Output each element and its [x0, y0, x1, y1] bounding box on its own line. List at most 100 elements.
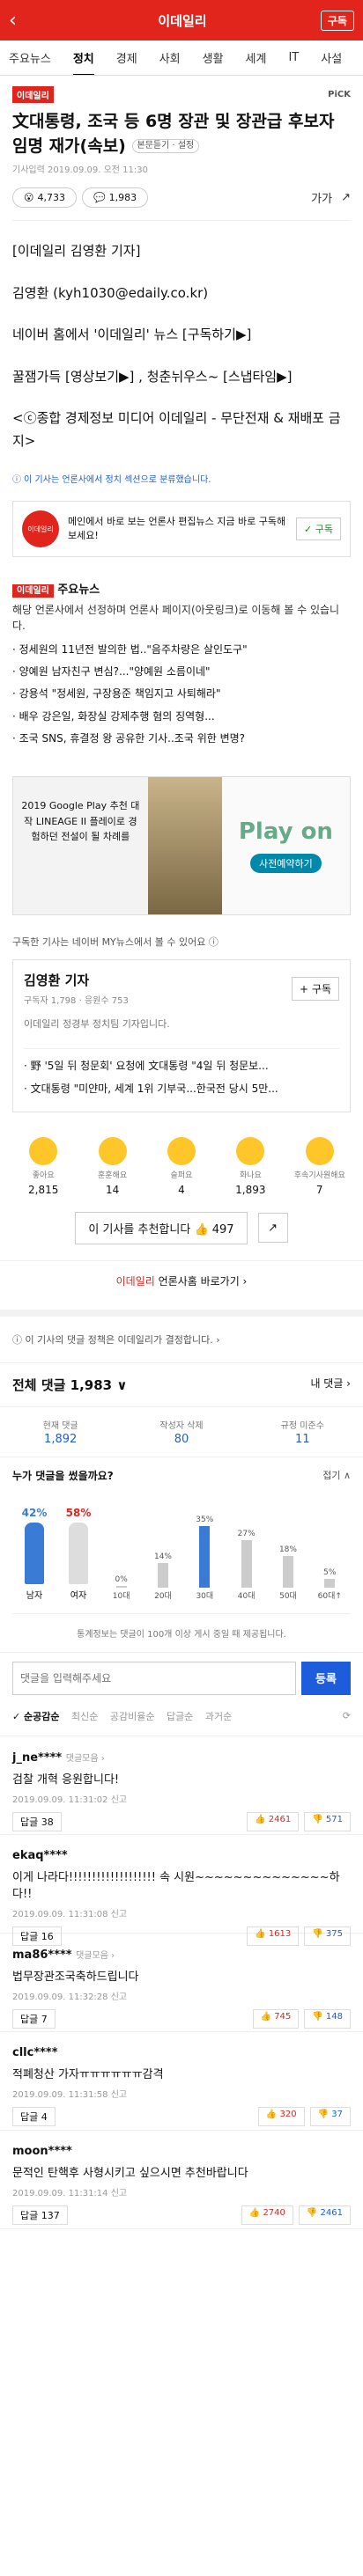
back-icon[interactable]: ‹: [9, 10, 44, 32]
reaction-button[interactable]: 😮 4,733: [12, 187, 77, 209]
age-pct: 14%: [153, 1552, 172, 1561]
ad-banner[interactable]: 2019 Google Play 추천 대작 LINEAGE II 플레이로 경…: [12, 776, 351, 916]
comment-total[interactable]: 전체 댓글 1,983 ∨: [12, 1376, 128, 1394]
share-button[interactable]: ↗: [257, 1213, 288, 1244]
comment-input[interactable]: [12, 1661, 296, 1695]
article: 이데일리 PiCK 文대통령, 조국 등 6명 장관 및 장관급 후보자 임명 …: [0, 76, 363, 501]
reporter-article[interactable]: 文대통령 "미얀마, 세계 1위 기부국...한국전 당시 5만...: [24, 1077, 339, 1100]
age-label: 10대: [112, 1591, 130, 1601]
warm-icon: [98, 1136, 127, 1165]
comment-item: j_ne**** 댓글모음 › 검찰 개혁 응원합니다! 2019.09.09. 1…: [0, 1736, 363, 1835]
female-figure: [68, 1522, 88, 1584]
tab-life[interactable]: 생활: [203, 49, 224, 66]
main-news-item[interactable]: 강용석 "정세원, 구장용준 책임지고 사퇴해라": [12, 683, 351, 705]
tab-society[interactable]: 사회: [159, 49, 181, 66]
downvote-button[interactable]: 👎 37: [309, 2106, 351, 2126]
upvote-button[interactable]: 👍 2461: [247, 1811, 300, 1831]
main-news-item[interactable]: 배우 강은일, 화장실 강제추행 혐의 징역형...: [12, 706, 351, 728]
age-pct: 18%: [278, 1545, 297, 1554]
reporter-intro: 이데일리 정경부 정치팀 기자입니다.: [24, 1018, 170, 1031]
angry-icon: [236, 1136, 265, 1165]
tab-editorial[interactable]: 사설: [321, 49, 342, 66]
reporter-article[interactable]: 野 '5일 뒤 청문회' 요청에 文대통령 "4일 뒤 청문보...: [24, 1054, 339, 1077]
upvote-button[interactable]: 👍 745: [252, 2008, 300, 2029]
reporter-line: [이데일리 김영환 기자]: [12, 243, 141, 260]
downvote-button[interactable]: 👎 571: [304, 1811, 351, 1831]
emotion-sad[interactable]: 슬퍼요 4: [155, 1136, 208, 1196]
reporter-email[interactable]: 김영환 (kyh1030@edaily.co.kr): [12, 283, 351, 305]
sort-ratio[interactable]: 공감비율순: [110, 1711, 155, 1722]
tab-economy[interactable]: 경제: [116, 49, 137, 66]
reply-button[interactable]: 답글 16: [12, 1926, 62, 1946]
video-promo[interactable]: 꿀잼가득 [영상보기▶] , 청춘뉘우스~ [스냅타임▶]: [12, 366, 351, 389]
age-bar-fill: [115, 1585, 127, 1588]
press-title[interactable]: 이데일리: [158, 11, 206, 30]
comment-text: 적폐청산 가자ㅠㅠㅠㅠㅠㅠ감격: [12, 2067, 164, 2081]
press-home-link[interactable]: 이데일리 언론사홈 바로가기 ›: [0, 1261, 363, 1317]
main-news-item[interactable]: 조국 SNS, 휴결정 왕 공유한 기사..조국 위한 변명?: [12, 728, 351, 750]
emotion-want-more[interactable]: 후속기사원해요 7: [293, 1136, 346, 1196]
article-date: 기사입력 2019.09.09. 오전 11:30: [12, 165, 148, 176]
main-news-item[interactable]: 양예원 남자친구 변심?..."양예원 소름이네": [12, 661, 351, 683]
comment-date: 2019.09.09. 11:32:28 신고: [12, 1992, 128, 2002]
comment-list: j_ne**** 댓글모음 › 검찰 개혁 응원합니다! 2019.09.09. 1…: [0, 1736, 363, 2229]
pick-badge: PiCK: [328, 90, 351, 99]
tab-world[interactable]: 세계: [246, 49, 267, 66]
subscribe-box-button[interactable]: ✓ 구독: [296, 517, 341, 541]
downvote-button[interactable]: 👎 375: [304, 1926, 351, 1946]
subscribe-box: 이데일리 메인에서 바로 보는 언론사 편집뉴스 지금 바로 구독해보세요! ✓…: [12, 501, 351, 558]
reply-button[interactable]: 답글 7: [12, 2008, 56, 2029]
upvote-button[interactable]: 👍 1613: [247, 1926, 300, 1946]
comment-user: ekaq****: [12, 1848, 68, 1862]
share-icon[interactable]: ↗: [341, 191, 351, 204]
reporter-name[interactable]: 김영환 기자: [24, 971, 129, 989]
article-headline: 文대통령, 조국 등 6명 장관 및 장관급 후보자 임명 재가(속보) 본문듣…: [12, 110, 351, 158]
fold-button[interactable]: 접기 ∧: [322, 1468, 351, 1483]
emotion-like[interactable]: 좋아요 2,815: [17, 1136, 70, 1196]
ad-cta-button[interactable]: 사전예약하기: [250, 854, 322, 874]
age-pct: 27%: [237, 1529, 256, 1538]
tab-it[interactable]: IT: [288, 51, 299, 64]
sort-latest[interactable]: 최신순: [71, 1711, 98, 1722]
sort-oldest[interactable]: 과거순: [205, 1711, 232, 1722]
age-label: 30대: [196, 1591, 214, 1601]
emotion-angry[interactable]: 화나요 1,893: [224, 1136, 277, 1196]
sort-sympathy[interactable]: ✓ 순공감순: [12, 1711, 60, 1722]
subscribe-button[interactable]: 구독: [320, 10, 354, 31]
comment-user: moon****: [12, 2144, 72, 2158]
comment-sort: ✓ 순공감순 최신순 공감비율순 답글순 과거순 ⟳: [0, 1704, 363, 1736]
share-icon: ↗: [268, 1221, 278, 1235]
comment-text: 이게 나라다!!!!!!!!!!!!!!!!!!! 속 시원~~~~~~~~~~…: [12, 1870, 340, 1901]
sort-replies[interactable]: 답글순: [167, 1711, 193, 1722]
comment-item: cllc**** 적폐청산 가자ㅠㅠㅠㅠㅠㅠ감격 2019.09.09. 11:3…: [0, 2032, 363, 2131]
upvote-button[interactable]: 👍 320: [257, 2106, 305, 2126]
tab-main[interactable]: 주요뉴스: [9, 49, 51, 66]
section-tabs: 주요뉴스 정치 경제 사회 생활 세계 IT 사설: [0, 40, 363, 76]
upvote-button[interactable]: 👍 2740: [241, 2205, 293, 2225]
downvote-button[interactable]: 👎 148: [304, 2008, 351, 2029]
reporter-follow-button[interactable]: + 구독: [292, 976, 339, 1001]
reply-button[interactable]: 답글 4: [12, 2106, 56, 2126]
recommend-button[interactable]: 이 기사를 추천합니다 👍 497: [75, 1211, 248, 1244]
comment-count-button[interactable]: 💬 1,983: [81, 187, 149, 209]
emotion-warm[interactable]: 훈훈해요 14: [86, 1136, 139, 1196]
age-pct: 0%: [115, 1574, 128, 1584]
press-logo-small: 이데일리: [12, 584, 54, 598]
subscribe-promo[interactable]: 네이버 홈에서 '이데일리' 뉴스 [구독하기▶]: [12, 324, 351, 347]
reporter-card: 김영환 기자 구독자 1,798 · 응원수 753 + 구독 이데일리 정경부…: [12, 959, 351, 1112]
press-logo[interactable]: 이데일리: [12, 86, 54, 103]
my-comments-link[interactable]: 내 댓글 ›: [310, 1376, 351, 1394]
font-size-icon[interactable]: 가가: [311, 189, 332, 206]
downvote-button[interactable]: 👎 2461: [298, 2205, 351, 2225]
age-label: 50대: [279, 1591, 297, 1601]
refresh-icon[interactable]: ⟳: [343, 1710, 351, 1721]
post-comment-button[interactable]: 등록: [301, 1661, 351, 1695]
main-news-item[interactable]: 정세원의 11년전 발의한 법.."음주차량은 살인도구": [12, 639, 351, 661]
listen-settings-chip[interactable]: 본문듣기 · 설정: [131, 138, 200, 154]
reply-button[interactable]: 답글 137: [12, 2205, 68, 2225]
tab-politics[interactable]: 정치: [72, 40, 94, 75]
comment-item: ma86**** 댓글모음 › 법무장관조국축하드립니다 2019.09.09. 1…: [0, 1934, 363, 2032]
age-label: 20대: [154, 1591, 172, 1601]
age-pct: 5%: [323, 1567, 337, 1577]
reply-button[interactable]: 답글 38: [12, 1811, 62, 1831]
